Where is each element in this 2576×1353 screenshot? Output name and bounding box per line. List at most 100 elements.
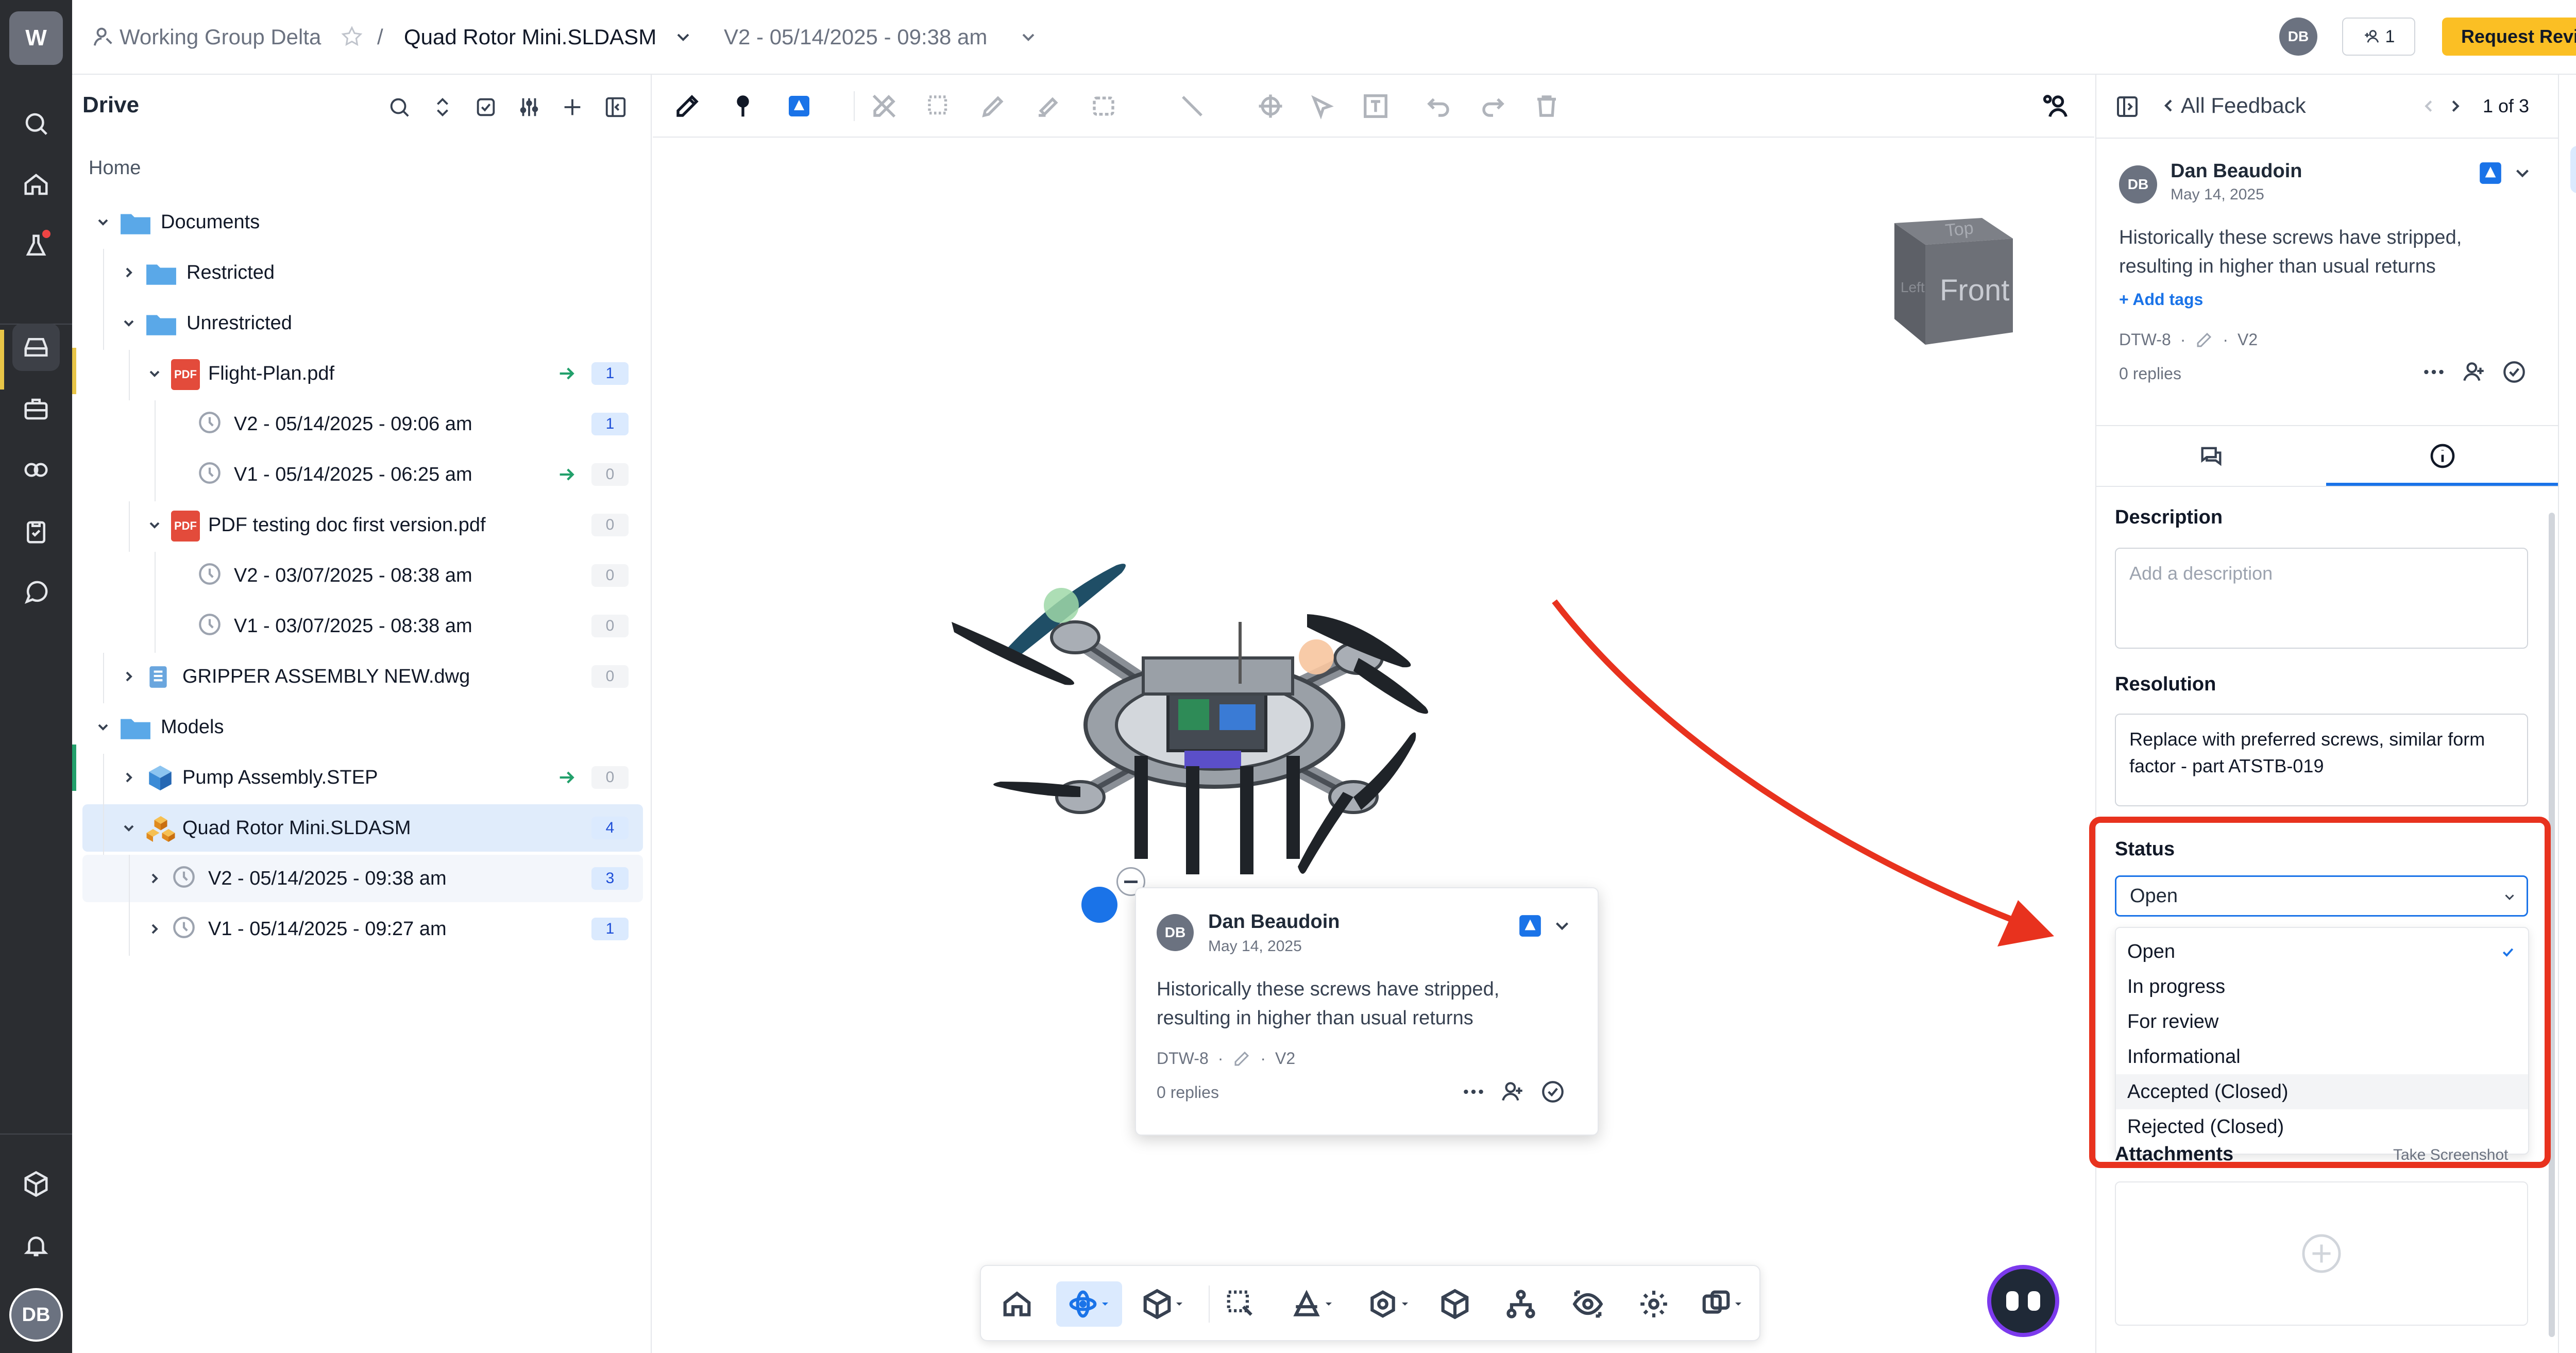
chevron-right-icon[interactable] [146,870,163,887]
cube-icon[interactable] [12,1160,60,1208]
resolution-field[interactable]: Replace with preferred screws, similar f… [2115,714,2528,806]
viewport-3d[interactable]: Top Front Left [653,138,2094,1353]
quad-rotor-model[interactable] [952,529,1467,931]
settings-gear-icon[interactable] [1631,1281,1676,1327]
resolve-check-icon[interactable] [1540,1079,1566,1105]
description-field[interactable]: Add a description [2115,548,2528,649]
previous-icon[interactable] [2419,96,2438,116]
search-icon[interactable] [12,100,60,147]
drive-icon[interactable] [12,324,60,371]
folder-models[interactable]: Models [82,703,643,751]
search-icon[interactable] [387,95,411,119]
drive-home-link[interactable]: Home [89,157,141,179]
attachment-dropzone[interactable] [2115,1181,2528,1326]
next-icon[interactable] [2446,96,2465,116]
chevron-down-icon[interactable] [121,820,137,836]
chevron-down-icon[interactable] [95,214,111,230]
version-flight-plan-v1[interactable]: V1 - 05/14/2025 - 06:25 am 0 [82,451,643,501]
file-gripper-assembly[interactable]: GRIPPER ASSEMBLY NEW.dwg 0 [82,653,643,703]
chevron-down-icon[interactable] [1018,27,1039,47]
text-box-icon[interactable] [1359,89,1393,123]
add-tags-button[interactable]: + Add tags [2119,290,2203,309]
isolate-icon[interactable] [1432,1281,1478,1327]
file-pdf-testing-doc[interactable]: PDF PDF testing doc first version.pdf 0 [82,501,643,552]
delete-icon[interactable] [1530,89,1564,123]
workspace-switcher[interactable]: W [9,11,63,65]
all-feedback-link[interactable]: All Feedback [2181,93,2306,118]
pencil-icon[interactable] [976,89,1010,123]
checkbox-select-icon[interactable] [474,95,498,119]
version-quad-rotor-v1[interactable]: V1 - 05/14/2025 - 09:27 am 1 [82,905,643,956]
version-pdf-testing-v2[interactable]: V2 - 03/07/2025 - 08:38 am 0 [82,552,643,602]
filter-sliders-icon[interactable] [517,95,541,119]
undo-icon[interactable] [1421,89,1455,123]
chevron-down-icon[interactable] [1551,915,1573,937]
workspace-breadcrumb[interactable]: Working Group Delta [120,23,321,52]
folder-documents[interactable]: Documents [82,198,643,246]
structure-tree-icon[interactable] [1498,1281,1544,1327]
briefcase-icon[interactable] [12,385,60,433]
chevron-down-icon[interactable] [146,365,163,382]
chevron-down-icon[interactable] [95,719,111,735]
file-name[interactable]: Quad Rotor Mini.SLDASM [404,23,656,52]
chevron-down-icon[interactable] [146,517,163,533]
orbit-icon[interactable] [1056,1281,1122,1327]
file-pump-assembly[interactable]: Pump Assembly.STEP 0 [82,754,643,804]
link-icon[interactable] [12,446,60,494]
comment-pin[interactable] [1081,887,1117,923]
resolve-check-icon[interactable] [2501,359,2527,385]
version-pdf-testing-v1[interactable]: V1 - 03/07/2025 - 08:38 am 0 [82,602,643,653]
version-selector[interactable]: V2 - 05/14/2025 - 09:38 am [724,23,987,52]
layers-icon[interactable] [1692,1281,1753,1327]
priority-flag-icon[interactable] [782,89,831,123]
version-flight-plan-v2[interactable]: V2 - 05/14/2025 - 09:06 am 1 [82,400,643,451]
assign-user-icon[interactable] [2461,359,2487,385]
more-options-icon[interactable] [2421,359,2447,385]
bell-icon[interactable] [12,1222,60,1270]
folder-restricted[interactable]: Restricted [82,249,643,299]
collapse-panel-icon[interactable] [604,95,628,119]
chevron-down-icon[interactable] [121,315,137,331]
folder-unrestricted[interactable]: Unrestricted [82,299,643,350]
assistant-bot-icon[interactable] [1987,1265,2059,1337]
home-icon[interactable] [12,161,60,208]
section-plane-icon[interactable] [1280,1281,1346,1327]
tab-info[interactable] [2326,426,2559,486]
box-select-icon[interactable] [1218,1281,1263,1327]
pin-icon[interactable] [726,89,760,123]
select-region-icon[interactable] [922,89,956,123]
redo-icon[interactable] [1476,89,1510,123]
hide-markup-icon[interactable] [867,89,901,123]
file-quad-rotor[interactable]: Quad Rotor Mini.SLDASM 4 [82,804,643,855]
star-icon[interactable] [340,25,364,48]
explode-icon[interactable] [1356,1281,1422,1327]
reply-count[interactable]: 0 replies [1157,1083,1219,1102]
chevron-left-icon[interactable] [2158,95,2179,116]
markup-pen-icon[interactable] [670,89,704,123]
view-cube-icon[interactable] [1130,1281,1196,1327]
crosshair-icon[interactable] [1253,89,1287,123]
tab-comments[interactable] [2096,426,2326,486]
visibility-icon[interactable] [1565,1281,1611,1327]
chevron-right-icon[interactable] [121,769,137,786]
request-review-button[interactable]: Request Review [2442,18,2576,56]
chevron-right-icon[interactable] [146,921,163,937]
arrow-right-icon[interactable] [556,464,577,485]
more-options-icon[interactable] [1461,1079,1486,1105]
arrow-right-icon[interactable] [556,767,577,788]
shape-select-icon[interactable] [1086,89,1135,123]
collapse-panel-icon[interactable] [2115,94,2140,119]
sort-icon[interactable] [431,95,454,119]
arrow-right-icon[interactable] [556,363,577,384]
user-settings-icon[interactable] [2039,89,2073,123]
chevron-right-icon[interactable] [121,264,137,281]
view-cube[interactable]: Top Front Left [1874,197,2028,352]
chat-icon[interactable] [12,569,60,616]
chevron-down-icon[interactable] [673,27,693,47]
file-flight-plan[interactable]: PDF Flight-Plan.pdf 1 [82,350,643,400]
add-icon[interactable] [561,95,584,119]
chevron-down-icon[interactable] [2512,162,2533,184]
flask-icon[interactable] [12,223,60,270]
clipboard-icon[interactable] [12,508,60,555]
highlighter-icon[interactable] [1031,89,1065,123]
